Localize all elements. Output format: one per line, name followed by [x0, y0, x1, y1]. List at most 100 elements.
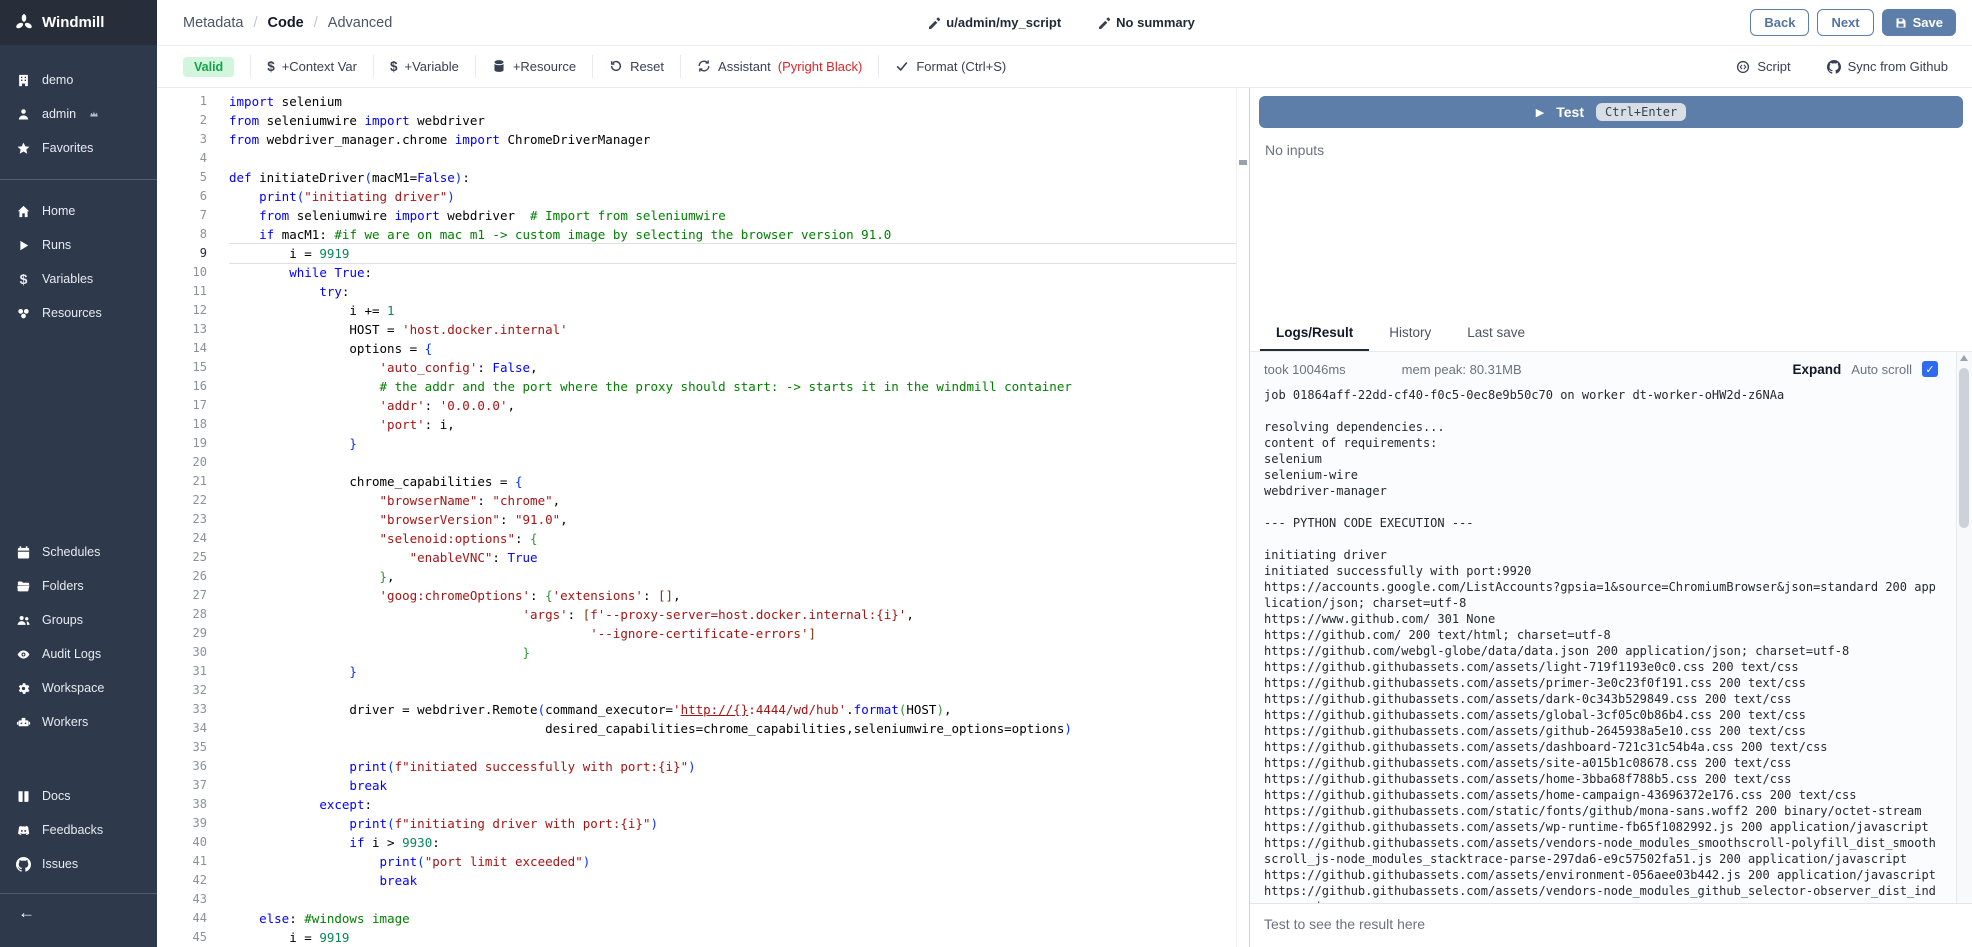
sidebar-item-user[interactable]: admin: [0, 97, 157, 131]
sidebar-item-workspace-settings[interactable]: Workspace: [0, 671, 157, 705]
sidebar-item-label: Groups: [42, 613, 83, 627]
scroll-up-arrow-icon[interactable]: [1960, 355, 1968, 361]
code-line[interactable]: 15 'auto_config': False,: [157, 358, 1249, 377]
code-line[interactable]: 31 }: [157, 662, 1249, 681]
code-line[interactable]: 4: [157, 149, 1249, 168]
code-line[interactable]: 22 "browserName": "chrome",: [157, 491, 1249, 510]
code-line[interactable]: 35: [157, 738, 1249, 757]
calendar-icon: [16, 545, 31, 560]
code-line[interactable]: 5def initiateDriver(macM1=False):: [157, 168, 1249, 187]
code-line[interactable]: 28 'args': [f'--proxy-server=host.docker…: [157, 605, 1249, 624]
dollar-icon: $: [390, 59, 398, 74]
code-line[interactable]: 10 while True:: [157, 263, 1249, 282]
code-line[interactable]: 26 },: [157, 567, 1249, 586]
code-line[interactable]: 6 print("initiating driver"): [157, 187, 1249, 206]
code-line[interactable]: 44 else: #windows image: [157, 909, 1249, 928]
code-line[interactable]: 3from webdriver_manager.chrome import Ch…: [157, 130, 1249, 149]
editor-scrollbar[interactable]: [1236, 88, 1249, 947]
code-line[interactable]: 30 }: [157, 643, 1249, 662]
tab-last-save[interactable]: Last save: [1451, 316, 1541, 351]
code-line[interactable]: 7 from seleniumwire import webdriver # I…: [157, 206, 1249, 225]
code-line[interactable]: 20: [157, 453, 1249, 472]
main-area: Metadata / Code / Advanced u/admin/my_sc…: [157, 0, 1972, 947]
tab-logs-result[interactable]: Logs/Result: [1260, 316, 1369, 351]
sidebar-item-folders[interactable]: Folders: [0, 569, 157, 603]
code-line[interactable]: 36 print(f"initiated successfully with p…: [157, 757, 1249, 776]
sidebar-item-home[interactable]: Home: [0, 194, 157, 228]
sidebar-item-workers[interactable]: Workers: [0, 705, 157, 739]
code-line[interactable]: 17 'addr': '0.0.0.0',: [157, 396, 1249, 415]
tab-metadata[interactable]: Metadata: [183, 15, 243, 31]
code-circle-icon: [1736, 60, 1750, 74]
sidebar-item-variables[interactable]: $ Variables: [0, 262, 157, 296]
sidebar-item-feedbacks[interactable]: Feedbacks: [0, 813, 157, 847]
test-button[interactable]: ▶ Test Ctrl+Enter: [1259, 96, 1963, 128]
code-line[interactable]: 32: [157, 681, 1249, 700]
format-button[interactable]: Format (Ctrl+S): [878, 55, 1022, 79]
save-button[interactable]: Save: [1882, 9, 1956, 36]
script-path[interactable]: u/admin/my_script: [927, 15, 1061, 30]
sidebar-item-groups[interactable]: Groups: [0, 603, 157, 637]
code-line[interactable]: 2from seleniumwire import webdriver: [157, 111, 1249, 130]
code-line[interactable]: 8 if macM1: #if we are on mac m1 -> cust…: [157, 225, 1249, 244]
code-line[interactable]: 39 print(f"initiating driver with port:{…: [157, 814, 1249, 833]
sidebar-divider: [0, 179, 157, 180]
code-line[interactable]: 27 'goog:chromeOptions': {'extensions': …: [157, 586, 1249, 605]
code-line[interactable]: 38 except:: [157, 795, 1249, 814]
code-line[interactable]: 33 driver = webdriver.Remote(command_exe…: [157, 700, 1249, 719]
sidebar-item-resources[interactable]: Resources: [0, 296, 157, 330]
code-line[interactable]: 25 "enableVNC": True: [157, 548, 1249, 567]
sidebar-item-workspace-demo[interactable]: demo: [0, 63, 157, 97]
sidebar-item-docs[interactable]: Docs: [0, 779, 157, 813]
code-line[interactable]: 1import selenium: [157, 92, 1249, 111]
tab-code[interactable]: Code: [268, 15, 304, 31]
code-line[interactable]: 37 break: [157, 776, 1249, 795]
code-line[interactable]: 43: [157, 890, 1249, 909]
code-editor[interactable]: 1import selenium2from seleniumwire impor…: [157, 88, 1249, 947]
reset-button[interactable]: Reset: [592, 55, 680, 79]
code-line[interactable]: 40 if i > 9930:: [157, 833, 1249, 852]
code-line[interactable]: 14 options = {: [157, 339, 1249, 358]
sidebar-item-schedules[interactable]: Schedules: [0, 535, 157, 569]
dollar-icon: $: [16, 271, 31, 287]
code-line[interactable]: 13 HOST = 'host.docker.internal': [157, 320, 1249, 339]
sidebar-item-favorites[interactable]: Favorites: [0, 131, 157, 165]
sync-from-github-button[interactable]: Sync from Github: [1827, 59, 1948, 74]
code-line[interactable]: 41 print("port limit exceeded"): [157, 852, 1249, 871]
code-line[interactable]: 9 i = 9919: [157, 244, 1249, 263]
code-line[interactable]: 18 'port': i,: [157, 415, 1249, 434]
auto-scroll-checkbox[interactable]: ✓: [1922, 361, 1938, 377]
app-logo[interactable]: Windmill: [0, 0, 157, 45]
star-icon: [16, 141, 31, 156]
sidebar-item-issues[interactable]: Issues: [0, 847, 157, 881]
tab-advanced[interactable]: Advanced: [328, 15, 393, 31]
next-button[interactable]: Next: [1817, 9, 1873, 36]
script-kind-button[interactable]: Script: [1736, 59, 1790, 74]
tab-history[interactable]: History: [1373, 316, 1447, 351]
code-line[interactable]: 11 try:: [157, 282, 1249, 301]
code-line[interactable]: 19 }: [157, 434, 1249, 453]
code-line[interactable]: 21 chrome_capabilities = {: [157, 472, 1249, 491]
add-resource-button[interactable]: +Resource: [475, 55, 592, 79]
code-line[interactable]: 16 # the addr and the port where the pro…: [157, 377, 1249, 396]
code-line[interactable]: 34 desired_capabilities=chrome_capabilit…: [157, 719, 1249, 738]
back-button[interactable]: Back: [1750, 9, 1809, 36]
logs-scrollbar-thumb[interactable]: [1959, 368, 1969, 528]
collapse-sidebar-button[interactable]: ←: [0, 894, 157, 932]
expand-button[interactable]: Expand: [1793, 362, 1842, 377]
code-line[interactable]: 24 "selenoid:options": {: [157, 529, 1249, 548]
code-line[interactable]: 23 "browserVersion": "91.0",: [157, 510, 1249, 529]
sidebar-item-audit-logs[interactable]: Audit Logs: [0, 637, 157, 671]
code-line[interactable]: 45 i = 9919: [157, 928, 1249, 947]
assistant-button[interactable]: Assistant (Pyright Black): [680, 55, 878, 79]
add-variable-button[interactable]: $ +Variable: [373, 55, 475, 79]
windmill-logo-icon: [14, 13, 34, 33]
add-context-var-button[interactable]: $ +Context Var: [250, 55, 373, 79]
code-line[interactable]: 42 break: [157, 871, 1249, 890]
script-summary[interactable]: No summary: [1097, 15, 1195, 30]
sidebar-item-runs[interactable]: Runs: [0, 228, 157, 262]
editor-toolbar: Valid $ +Context Var $ +Variable +Resour…: [157, 46, 1972, 88]
code-line[interactable]: 29 '--ignore-certificate-errors']: [157, 624, 1249, 643]
logs-scrollbar[interactable]: [1956, 352, 1972, 903]
code-line[interactable]: 12 i += 1: [157, 301, 1249, 320]
